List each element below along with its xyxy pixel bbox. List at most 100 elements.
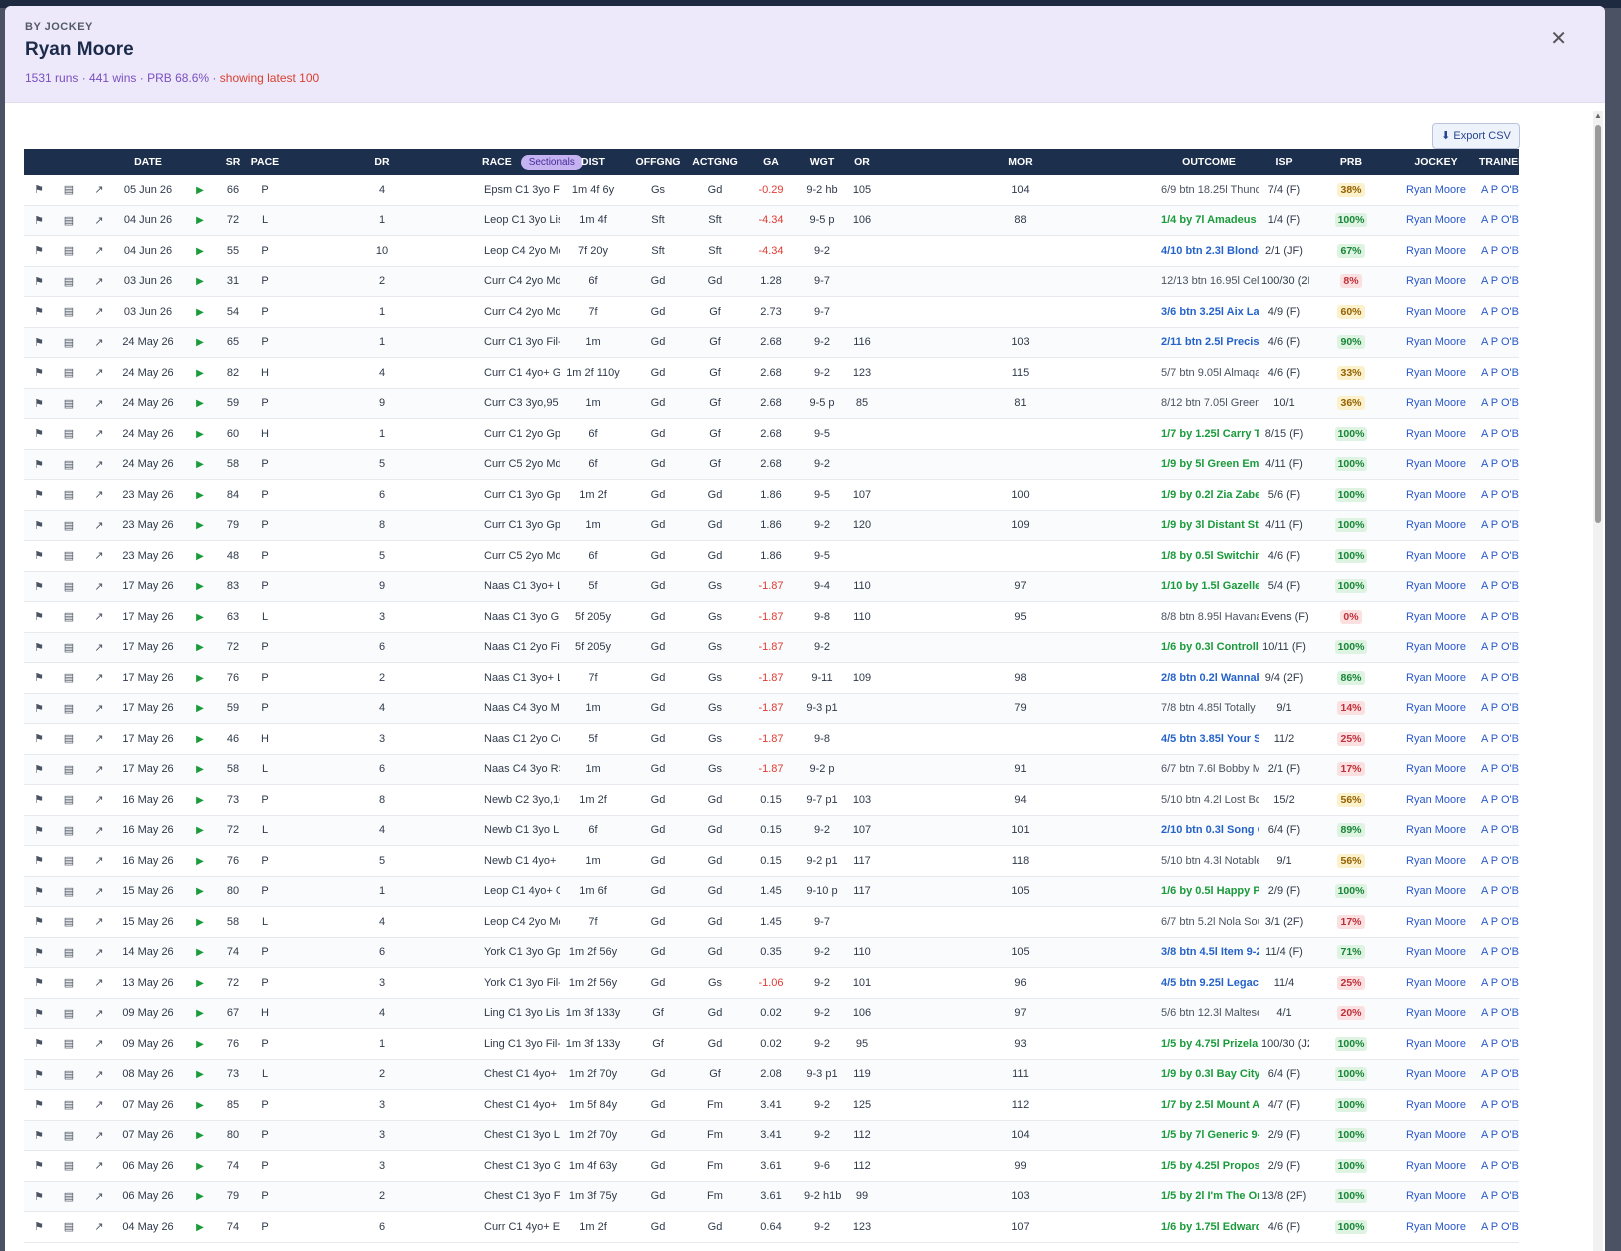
table-row[interactable]: ⚑▤↗06 May 26▶74P3Chest C1 3yo Gp3 82K1m … [24, 1150, 1519, 1182]
trainer-link[interactable]: A P O'Brien [1481, 184, 1519, 196]
trainer-link[interactable]: A P O'Brien [1481, 550, 1519, 562]
table-row[interactable]: ⚑▤↗03 Jun 26▶31P2Curr C4 2yo Mdn-EBF 13K… [24, 266, 1519, 297]
share-icon[interactable]: ↗ [94, 1191, 103, 1203]
play-replay-icon[interactable]: ▶ [196, 398, 204, 409]
table-row[interactable]: ⚑▤↗24 May 26▶58P5Curr C5 2yo Mdn-Fil-EBF… [24, 449, 1519, 480]
jockey-link[interactable]: Ryan Moore [1406, 763, 1466, 775]
notes-icon[interactable]: ▤ [64, 1008, 74, 1020]
flag-icon[interactable]: ⚑ [34, 977, 44, 989]
play-replay-icon[interactable]: ▶ [196, 581, 204, 592]
trainer-link[interactable]: A P O'Brien [1481, 306, 1519, 318]
col-jockey[interactable]: JOCKEY [1393, 149, 1479, 175]
table-row[interactable]: ⚑▤↗24 May 26▶60H1Curr C1 2yo Gp3 42K6fGd… [24, 418, 1519, 450]
table-row[interactable]: ⚑▤↗17 May 26▶72P6Naas C1 2yo Fil-Gp3 42K… [24, 632, 1519, 663]
table-row[interactable]: ⚑▤↗06 May 26▶79P2Chest C1 3yo Fil-Lis 68… [24, 1181, 1519, 1212]
flag-icon[interactable]: ⚑ [34, 398, 44, 410]
flag-icon[interactable]: ⚑ [34, 367, 44, 379]
notes-icon[interactable]: ▤ [64, 550, 74, 562]
notes-icon[interactable]: ▤ [64, 276, 74, 288]
play-replay-icon[interactable]: ▶ [196, 1161, 204, 1172]
share-icon[interactable]: ↗ [94, 428, 103, 440]
col-sr[interactable]: SR [218, 149, 248, 175]
trainer-link[interactable]: A P O'Brien [1481, 1099, 1519, 1111]
share-icon[interactable]: ↗ [94, 642, 103, 654]
col-outcome[interactable]: OUTCOME [1159, 149, 1259, 175]
jockey-link[interactable]: Ryan Moore [1406, 1160, 1466, 1172]
play-replay-icon[interactable]: ▶ [196, 490, 204, 501]
trainer-link[interactable]: A P O'Brien [1481, 458, 1519, 470]
play-replay-icon[interactable]: ▶ [196, 612, 204, 623]
share-icon[interactable]: ↗ [94, 337, 103, 349]
share-icon[interactable]: ↗ [94, 1130, 103, 1142]
notes-icon[interactable]: ▤ [64, 489, 74, 501]
jockey-link[interactable]: Ryan Moore [1406, 550, 1466, 562]
play-replay-icon[interactable]: ▶ [196, 1039, 204, 1050]
share-icon[interactable]: ↗ [94, 1038, 103, 1050]
trainer-link[interactable]: A P O'Brien [1481, 1160, 1519, 1172]
jockey-link[interactable]: Ryan Moore [1406, 1221, 1466, 1233]
flag-icon[interactable]: ⚑ [34, 611, 44, 623]
jockey-link[interactable]: Ryan Moore [1406, 1129, 1466, 1141]
play-replay-icon[interactable]: ▶ [196, 917, 204, 928]
play-replay-icon[interactable]: ▶ [196, 276, 204, 287]
notes-icon[interactable]: ▤ [64, 1130, 74, 1142]
jockey-link[interactable]: Ryan Moore [1406, 184, 1466, 196]
trainer-link[interactable]: A P O'Brien [1481, 397, 1519, 409]
share-icon[interactable]: ↗ [94, 1160, 103, 1172]
trainer-link[interactable]: A P O'Brien [1481, 214, 1519, 226]
flag-icon[interactable]: ⚑ [34, 489, 44, 501]
notes-icon[interactable]: ▤ [64, 1221, 74, 1233]
jockey-link[interactable]: Ryan Moore [1406, 977, 1466, 989]
play-replay-icon[interactable]: ▶ [196, 1222, 204, 1233]
share-icon[interactable]: ↗ [94, 581, 103, 593]
flag-icon[interactable]: ⚑ [34, 794, 44, 806]
col-offgng[interactable]: OFFGNG [626, 149, 690, 175]
notes-icon[interactable]: ▤ [64, 825, 74, 837]
table-row[interactable]: ⚑▤↗24 May 26▶82H4Curr C1 4yo+ Gp1 300K1m… [24, 357, 1519, 389]
share-icon[interactable]: ↗ [94, 245, 103, 257]
share-icon[interactable]: ↗ [94, 367, 103, 379]
trainer-link[interactable]: A P O'Brien [1481, 275, 1519, 287]
jockey-link[interactable]: Ryan Moore [1406, 336, 1466, 348]
trainer-link[interactable]: A P O'Brien [1481, 794, 1519, 806]
notes-icon[interactable]: ▤ [64, 428, 74, 440]
flag-icon[interactable]: ⚑ [34, 733, 44, 745]
table-row[interactable]: ⚑▤↗09 May 26▶76P1Ling C1 3yo Fil-Lis 34K… [24, 1028, 1519, 1060]
flag-icon[interactable]: ⚑ [34, 825, 44, 837]
table-row[interactable]: ⚑▤↗16 May 26▶76P5Newb C1 4yo+ Gp1 227K1m… [24, 845, 1519, 877]
table-row[interactable]: ⚑▤↗14 May 26▶74P6York C1 3yo Gp2 102K1m … [24, 937, 1519, 968]
share-icon[interactable]: ↗ [94, 489, 103, 501]
table-row[interactable]: ⚑▤↗08 May 26▶73L2Chest C1 4yo+ Gp2 96K1m… [24, 1059, 1519, 1090]
col-ga[interactable]: GA [740, 149, 802, 175]
trainer-link[interactable]: A P O'Brien [1481, 702, 1519, 714]
notes-icon[interactable]: ▤ [64, 1191, 74, 1203]
play-replay-icon[interactable]: ▶ [196, 795, 204, 806]
table-row[interactable]: ⚑▤↗09 May 26▶67H4Ling C1 3yo Lis 34K1m 3… [24, 998, 1519, 1029]
jockey-link[interactable]: Ryan Moore [1406, 306, 1466, 318]
table-row[interactable]: ⚑▤↗16 May 26▶72L4Newb C1 3yo Lis 37K6fGd… [24, 815, 1519, 846]
trainer-link[interactable]: A P O'Brien [1481, 1038, 1519, 1050]
trainer-link[interactable]: A P O'Brien [1481, 1221, 1519, 1233]
share-icon[interactable]: ↗ [94, 947, 103, 959]
jockey-link[interactable]: Ryan Moore [1406, 641, 1466, 653]
trainer-link[interactable]: A P O'Brien [1481, 428, 1519, 440]
play-replay-icon[interactable]: ▶ [196, 1191, 204, 1202]
flag-icon[interactable]: ⚑ [34, 703, 44, 715]
col-trainer[interactable]: TRAINER [1479, 149, 1526, 175]
table-row[interactable]: ⚑▤↗07 May 26▶85P3Chest C1 4yo+ Gp3 85K1m… [24, 1089, 1519, 1121]
share-icon[interactable]: ↗ [94, 1099, 103, 1111]
jockey-link[interactable]: Ryan Moore [1406, 1190, 1466, 1202]
notes-icon[interactable]: ▤ [64, 977, 74, 989]
table-row[interactable]: ⚑▤↗24 May 26▶59P9Curr C3 3yo,95 Hcap-Fil… [24, 388, 1519, 419]
table-row[interactable]: ⚑▤↗17 May 26▶58L6Naas C4 3yo RSk 15K1mGd… [24, 754, 1519, 785]
table-row[interactable]: ⚑▤↗04 May 26▶74P6Curr C1 4yo+ EBF-Gp2 78… [24, 1211, 1519, 1243]
share-icon[interactable]: ↗ [94, 886, 103, 898]
play-replay-icon[interactable]: ▶ [196, 1069, 204, 1080]
play-replay-icon[interactable]: ▶ [196, 246, 204, 257]
flag-icon[interactable]: ⚑ [34, 245, 44, 257]
table-row[interactable]: ⚑▤↗17 May 26▶46H3Naas C1 2yo Con 24K5fGd… [24, 723, 1519, 755]
share-icon[interactable]: ↗ [94, 184, 103, 196]
flag-icon[interactable]: ⚑ [34, 1069, 44, 1081]
jockey-link[interactable]: Ryan Moore [1406, 519, 1466, 531]
notes-icon[interactable]: ▤ [64, 215, 74, 227]
